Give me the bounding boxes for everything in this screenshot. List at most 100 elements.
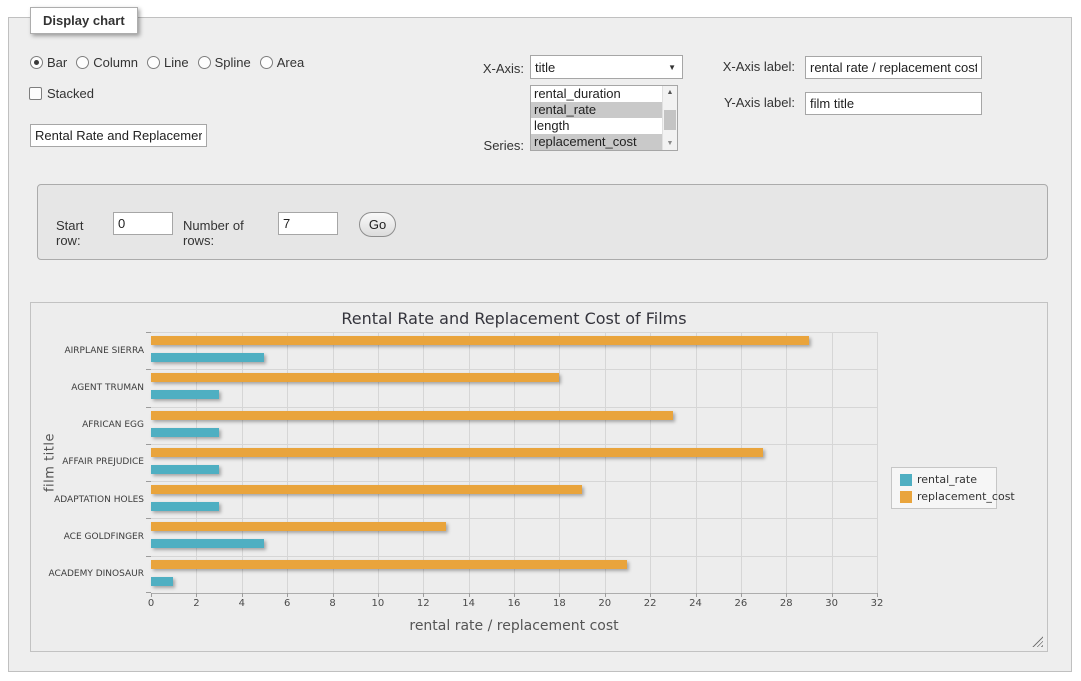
bar-rental_rate [151, 502, 219, 511]
x-tick-label: 10 [372, 598, 385, 609]
radio-label: Area [277, 55, 304, 70]
bar-replacement_cost [151, 485, 582, 494]
legend-item-replacement_cost[interactable]: replacement_cost [900, 490, 988, 503]
legend-swatch-icon [900, 491, 912, 503]
chart-panel: Rental Rate and Replacement Cost of Film… [30, 302, 1048, 652]
scroll-up-icon[interactable]: ▲ [663, 86, 677, 99]
chart-band-african-egg: AFRICAN EGG [151, 407, 877, 444]
series-option-length[interactable]: length [531, 118, 662, 134]
chart-title: Rental Rate and Replacement Cost of Film… [151, 309, 877, 328]
x-tick-label: 18 [553, 598, 566, 609]
chart-type-radio-group: Bar Column Line Spline Area [30, 55, 304, 70]
bar-rental_rate [151, 539, 264, 548]
x-tick-mark [333, 593, 334, 597]
plot-area: AIRPLANE SIERRAAGENT TRUMANAFRICAN EGGAF… [151, 332, 877, 594]
bar-replacement_cost [151, 373, 559, 382]
bar-replacement_cost [151, 560, 627, 569]
legend-label: rental_rate [917, 473, 977, 486]
legend-item-rental_rate[interactable]: rental_rate [900, 473, 988, 486]
bar-rental_rate [151, 390, 219, 399]
chart-title-input[interactable] [30, 124, 207, 147]
chart-type-radio-column[interactable]: Column [76, 55, 138, 70]
chart-type-radio-area[interactable]: Area [260, 55, 304, 70]
x-axis-select-value: title [535, 60, 555, 75]
x-axis-select-label: X-Axis: [450, 61, 524, 76]
x-tick-mark [877, 593, 878, 597]
number-of-rows-input[interactable] [278, 212, 338, 235]
category-label: ACADEMY DINOSAUR [49, 569, 144, 579]
resize-grip-icon[interactable] [1032, 636, 1043, 647]
chart-band-adaptation-holes: ADAPTATION HOLES [151, 481, 877, 518]
x-tick-label: 8 [329, 598, 335, 609]
x-tick-mark [196, 593, 197, 597]
stacked-checkbox[interactable] [29, 87, 42, 100]
series-option-rental_duration[interactable]: rental_duration [531, 86, 662, 102]
bar-rental_rate [151, 577, 173, 586]
category-label: AFFAIR PREJUDICE [62, 457, 144, 467]
category-label: AGENT TRUMAN [71, 383, 144, 393]
x-tick-mark [469, 593, 470, 597]
page: { "form": { "legend_title": "Display cha… [0, 0, 1081, 681]
x-tick-label: 12 [417, 598, 430, 609]
series-options: rental_durationrental_ratelengthreplacem… [531, 86, 662, 150]
chart-band-academy-dinosaur: ACADEMY DINOSAUR [151, 556, 877, 593]
stacked-checkbox-row[interactable]: Stacked [29, 86, 94, 101]
rows-control-panel: Start row: Number of rows: Go [37, 184, 1048, 260]
radio-label: Line [164, 55, 189, 70]
go-button[interactable]: Go [359, 212, 396, 237]
y-axis-label-input[interactable] [805, 92, 982, 115]
chart-type-radio-bar[interactable]: Bar [30, 55, 67, 70]
chart-legend: rental_rate replacement_cost [891, 467, 997, 509]
bar-replacement_cost [151, 448, 763, 457]
x-tick-label: 0 [148, 598, 154, 609]
bar-rental_rate [151, 428, 219, 437]
series-list-scrollbar[interactable]: ▲ ▼ [662, 86, 677, 150]
chart-band-airplane-sierra: AIRPLANE SIERRA [151, 332, 877, 369]
x-tick-mark [514, 593, 515, 597]
bar-replacement_cost [151, 522, 446, 531]
start-row-input[interactable] [113, 212, 173, 235]
fieldset-legend-title: Display chart [30, 7, 138, 34]
x-tick-mark [559, 593, 560, 597]
x-tick-mark [378, 593, 379, 597]
x-axis-label-input[interactable] [805, 56, 982, 79]
scrollbar-thumb[interactable] [664, 110, 676, 130]
x-tick-label: 30 [825, 598, 838, 609]
bar-replacement_cost [151, 336, 809, 345]
x-tick-label: 4 [239, 598, 245, 609]
x-tick-mark [832, 593, 833, 597]
x-tick-label: 28 [780, 598, 793, 609]
scroll-down-icon[interactable]: ▼ [663, 137, 677, 150]
x-tick-label: 16 [508, 598, 521, 609]
x-tick-mark [423, 593, 424, 597]
gridline [877, 332, 878, 593]
radio-icon[interactable] [198, 56, 211, 69]
chart-type-radio-spline[interactable]: Spline [198, 55, 251, 70]
chart-band-ace-goldfinger: ACE GOLDFINGER [151, 518, 877, 555]
series-option-replacement_cost[interactable]: replacement_cost [531, 134, 662, 150]
series-option-rental_rate[interactable]: rental_rate [531, 102, 662, 118]
x-tick-mark [650, 593, 651, 597]
x-axis-label-label: X-Axis label: [700, 59, 795, 74]
number-of-rows-label: Number of rows: [183, 218, 278, 248]
chart-type-radio-line[interactable]: Line [147, 55, 189, 70]
x-tick-label: 22 [644, 598, 657, 609]
series-multiselect[interactable]: rental_durationrental_ratelengthreplacem… [530, 85, 678, 151]
radio-icon[interactable] [30, 56, 43, 69]
radio-label: Spline [215, 55, 251, 70]
x-tick-mark [786, 593, 787, 597]
start-row-label: Start row: [56, 218, 108, 248]
radio-icon[interactable] [147, 56, 160, 69]
chart-x-axis-title: rental rate / replacement cost [151, 618, 877, 634]
bar-replacement_cost [151, 411, 673, 420]
x-axis-select[interactable]: title ▼ [530, 55, 683, 79]
x-tick-mark [151, 593, 152, 597]
x-tick-mark [605, 593, 606, 597]
radio-icon[interactable] [260, 56, 273, 69]
category-label: AIRPLANE SIERRA [64, 346, 144, 356]
chart-band-agent-truman: AGENT TRUMAN [151, 369, 877, 406]
x-tick-label: 2 [193, 598, 199, 609]
bar-rental_rate [151, 353, 264, 362]
y-axis-label-label: Y-Axis label: [700, 95, 795, 110]
radio-icon[interactable] [76, 56, 89, 69]
